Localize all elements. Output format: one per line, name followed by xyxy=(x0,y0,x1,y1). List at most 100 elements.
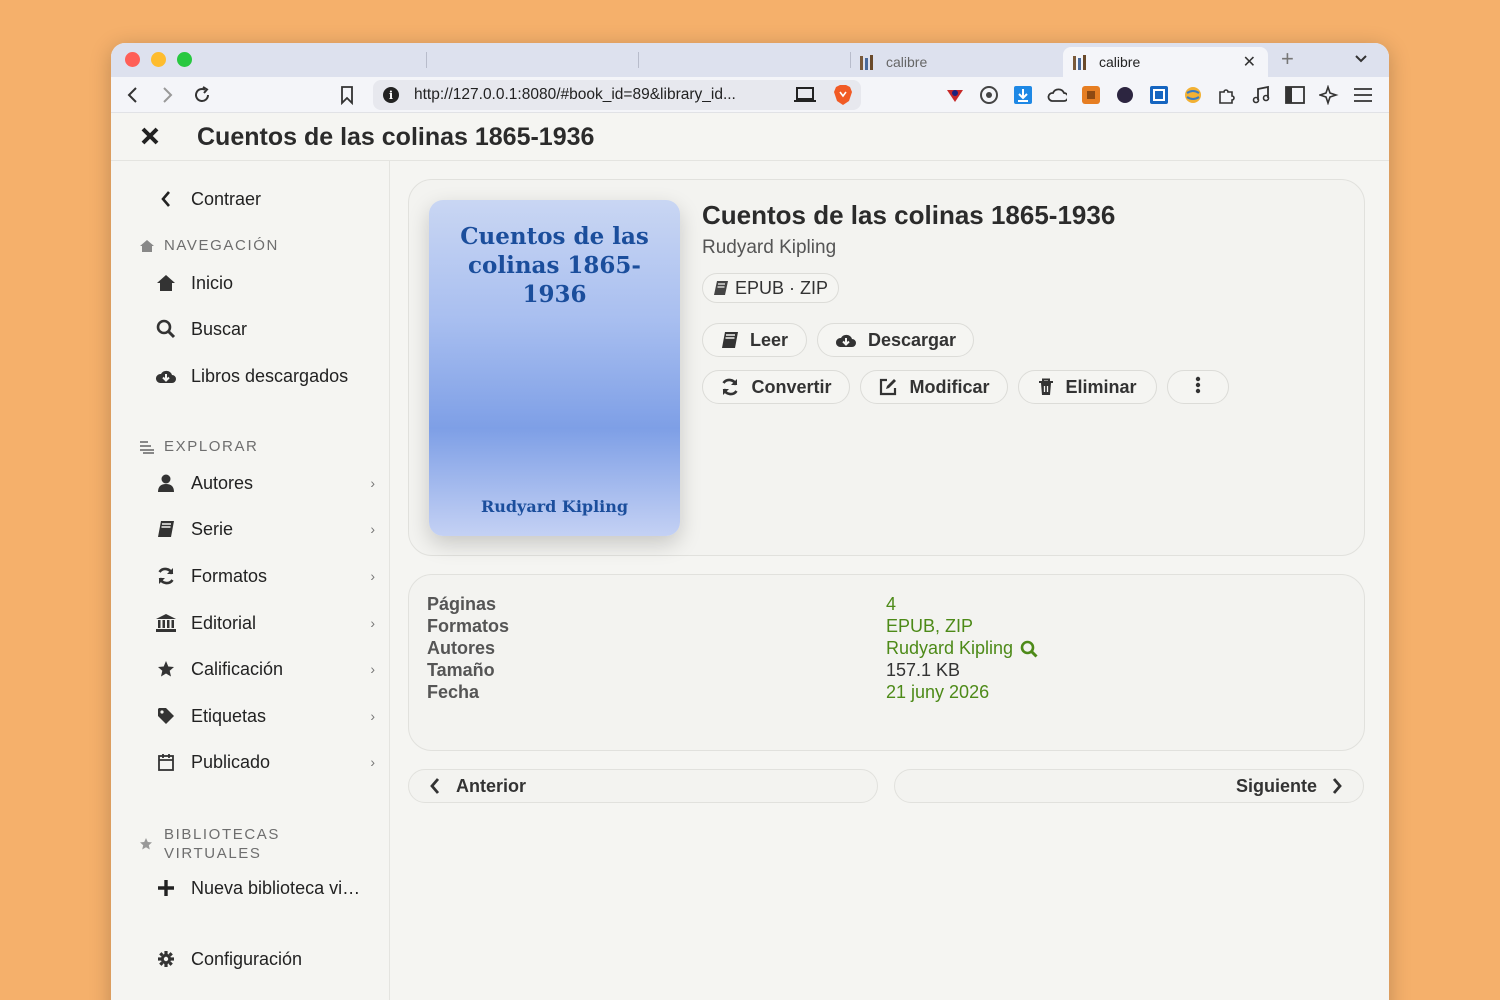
tab-separator xyxy=(426,52,427,68)
gear-icon xyxy=(155,948,177,970)
download-icon[interactable] xyxy=(1013,85,1033,105)
tab-separator xyxy=(850,52,851,68)
edit-button[interactable]: Modificar xyxy=(860,370,1008,404)
brave-shield-icon[interactable] xyxy=(833,84,853,111)
metadata-key: Páginas xyxy=(427,594,497,614)
sidebar-heading-navigation: NAVEGACIÓN xyxy=(139,237,279,254)
book-title: Cuentos de las colinas 1865-1936 xyxy=(702,200,1116,230)
metadata-row: Fecha 21 juny 2026 xyxy=(427,682,1347,704)
cover-author: Rudyard Kipling xyxy=(480,497,629,516)
previous-book-button[interactable]: Anterior xyxy=(408,769,878,803)
globe-icon[interactable] xyxy=(1183,85,1203,105)
sidebar-item-formatos[interactable]: Formatos › xyxy=(155,559,375,593)
url-text[interactable]: http://127.0.0.1:8080/#book_id=89&librar… xyxy=(414,86,774,104)
browser-toolbar: i http://127.0.0.1:8080/#book_id=89&libr… xyxy=(111,77,1389,113)
sidebar-item-label: Etiquetas xyxy=(191,705,267,726)
metadata-value: 157.1 KB xyxy=(886,660,961,680)
heading-label: BIBLIOTECAS VIRTUALES xyxy=(164,825,280,863)
metadata-card: Páginas 4 Formatos EPUB, ZIP Autores Rud… xyxy=(408,574,1365,751)
search-icon[interactable] xyxy=(1020,640,1038,658)
back-icon[interactable] xyxy=(121,83,145,107)
ai-sparkle-icon[interactable] xyxy=(1319,85,1339,105)
cloud-icon[interactable] xyxy=(1047,85,1067,105)
sort-icon xyxy=(139,440,155,454)
site-info-icon[interactable]: i xyxy=(383,87,399,103)
address-bar[interactable]: i http://127.0.0.1:8080/#book_id=89&libr… xyxy=(373,80,861,110)
chevron-right-icon: › xyxy=(370,661,375,677)
bookmark-icon[interactable] xyxy=(335,83,359,107)
delete-button[interactable]: Eliminar xyxy=(1018,370,1157,404)
extension-icon[interactable] xyxy=(1081,85,1101,105)
sidebar-item-autores[interactable]: Autores › xyxy=(155,466,375,500)
extension-icon[interactable] xyxy=(1115,85,1135,105)
close-tab-icon[interactable]: ✕ xyxy=(1243,52,1256,72)
tab-title: calibre xyxy=(1099,54,1141,70)
music-icon[interactable] xyxy=(1251,85,1271,105)
sidebar-item-calificacion[interactable]: Calificación › xyxy=(155,652,375,686)
metadata-row: Autores Rudyard Kipling xyxy=(427,638,1347,660)
next-book-button[interactable]: Siguiente xyxy=(894,769,1364,803)
book-icon xyxy=(721,331,739,349)
extension-icon[interactable] xyxy=(979,85,999,105)
extension-icon[interactable] xyxy=(945,85,965,105)
plus-icon xyxy=(155,877,177,899)
read-button[interactable]: Leer xyxy=(702,323,807,357)
download-button[interactable]: Descargar xyxy=(817,323,974,357)
metadata-value-link[interactable]: 4 xyxy=(886,594,896,615)
sidebar-item-label: Editorial xyxy=(191,612,257,633)
metadata-value-link[interactable]: EPUB, ZIP xyxy=(886,616,973,637)
sidebar: Contraer NAVEGACIÓN Inicio Buscar Libros… xyxy=(111,161,390,1000)
metadata-value-link[interactable]: 21 juny 2026 xyxy=(886,682,989,703)
sidebar-item-libros-descargados[interactable]: Libros descargados xyxy=(155,359,375,393)
close-icon[interactable] xyxy=(139,125,161,152)
home-icon xyxy=(139,239,155,253)
sidebar-item-configuracion[interactable]: Configuración xyxy=(155,942,375,976)
metadata-value-link[interactable]: Rudyard Kipling xyxy=(886,638,1013,659)
home-icon xyxy=(155,272,177,294)
puzzle-icon[interactable] xyxy=(1217,85,1237,105)
chevron-down-icon[interactable] xyxy=(1354,51,1368,69)
sidebar-item-label: Publicado xyxy=(191,751,271,772)
more-actions-button[interactable] xyxy=(1167,370,1229,404)
minimize-window-button[interactable] xyxy=(151,52,166,67)
sidebar-item-publicado[interactable]: Publicado › xyxy=(155,745,375,779)
sidebar-item-new-virtual-library[interactable]: Nueva biblioteca vi… xyxy=(155,871,375,905)
maximize-window-button[interactable] xyxy=(177,52,192,67)
sidebar-item-editorial[interactable]: Editorial › xyxy=(155,606,375,640)
metadata-key: Fecha xyxy=(427,682,480,702)
sidebar-heading-explore: EXPLORAR xyxy=(139,438,259,455)
cast-icon[interactable] xyxy=(794,87,816,108)
cloud-download-icon xyxy=(835,332,857,348)
reload-icon[interactable] xyxy=(190,83,214,107)
book-cover[interactable]: Cuentos de las colinas 1865-1936 Rudyard… xyxy=(429,200,680,536)
cloud-download-icon xyxy=(155,365,177,387)
star-icon xyxy=(139,837,155,851)
sidebar-toggle-icon[interactable] xyxy=(1285,85,1305,105)
browser-tab-active[interactable]: calibre ✕ xyxy=(1063,47,1268,77)
sidebar-item-serie[interactable]: Serie › xyxy=(155,512,375,546)
chevron-right-icon: › xyxy=(370,521,375,537)
chevron-right-icon xyxy=(1331,777,1343,795)
heading-line: BIBLIOTECAS xyxy=(164,826,280,843)
convert-button[interactable]: Convertir xyxy=(702,370,850,404)
sidebar-item-buscar[interactable]: Buscar xyxy=(155,312,375,346)
metadata-key: Autores xyxy=(427,638,496,658)
metadata-row: Formatos EPUB, ZIP xyxy=(427,616,1347,638)
browser-tab[interactable]: calibre xyxy=(856,47,1056,77)
read-button-label: Leer xyxy=(749,329,789,350)
forward-icon[interactable] xyxy=(155,83,179,107)
book-author: Rudyard Kipling xyxy=(702,237,837,258)
sidebar-item-label: Autores xyxy=(191,472,254,493)
extension-icon[interactable] xyxy=(1149,85,1169,105)
delete-button-label: Eliminar xyxy=(1065,376,1137,397)
sidebar-item-label: Libros descargados xyxy=(191,365,349,386)
tab-strip: calibre calibre ✕ + xyxy=(111,43,1389,77)
calibre-favicon-icon xyxy=(860,54,876,70)
close-window-button[interactable] xyxy=(125,52,140,67)
new-tab-button[interactable]: + xyxy=(1281,46,1294,72)
sidebar-collapse[interactable]: Contraer xyxy=(155,182,375,216)
tab-title: calibre xyxy=(886,54,928,70)
sidebar-item-etiquetas[interactable]: Etiquetas › xyxy=(155,699,375,733)
sidebar-item-inicio[interactable]: Inicio xyxy=(155,266,375,300)
menu-icon[interactable] xyxy=(1353,85,1373,105)
